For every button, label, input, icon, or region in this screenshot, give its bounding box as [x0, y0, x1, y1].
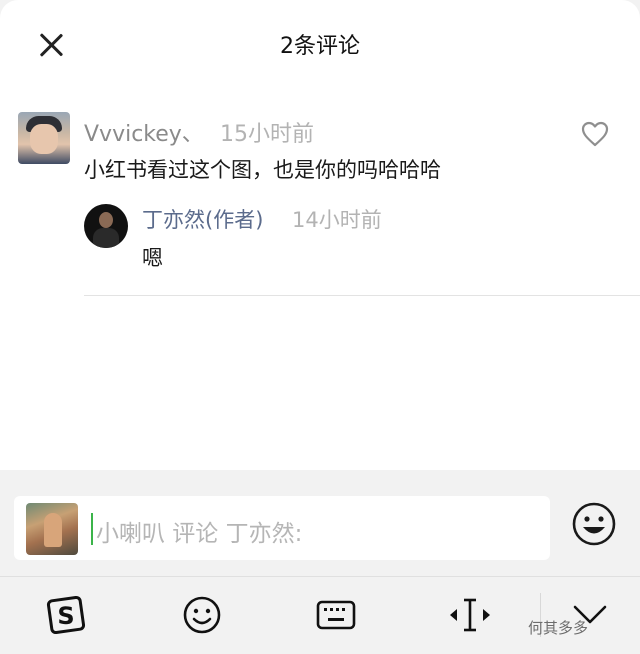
page-title: 2条评论: [280, 34, 360, 59]
avatar[interactable]: [18, 112, 70, 164]
text-cursor: [91, 513, 93, 545]
sogou-icon[interactable]: S: [45, 593, 89, 637]
emoji-icon[interactable]: [570, 500, 618, 548]
keyboard-icon[interactable]: [314, 593, 358, 637]
divider: [84, 295, 640, 296]
keyboard-toolbar: S 何其多多: [0, 576, 640, 654]
watermark: 何其多多: [528, 619, 589, 637]
user-avatar: [26, 503, 78, 555]
svg-text:S: S: [57, 602, 74, 630]
comment-input[interactable]: 小喇叭 评论 丁亦然:: [14, 496, 550, 560]
reply-timestamp: 14小时前: [292, 208, 382, 232]
reply-text: 嗯: [142, 246, 163, 270]
comment-timestamp: 15小时前: [220, 122, 314, 147]
emoji-icon[interactable]: [180, 593, 224, 637]
comment-text: 小红书看过这个图，也是你的吗哈哈哈: [84, 158, 441, 182]
comment-composer: 小喇叭 评论 丁亦然:: [0, 470, 640, 576]
cursor-move-icon[interactable]: [448, 593, 492, 637]
heart-icon[interactable]: [580, 120, 610, 148]
author-avatar[interactable]: [84, 204, 128, 248]
header: 2条评论: [0, 0, 640, 88]
comment-username[interactable]: Vvvickey、: [84, 116, 204, 148]
reply-username[interactable]: 丁亦然(作者): [142, 204, 263, 234]
comments-sheet: 2条评论 Vvvickey、 15小时前 小红书看过这个图，也是你的吗哈哈哈 丁…: [0, 0, 640, 470]
input-placeholder: 小喇叭 评论 丁亦然:: [96, 521, 303, 547]
